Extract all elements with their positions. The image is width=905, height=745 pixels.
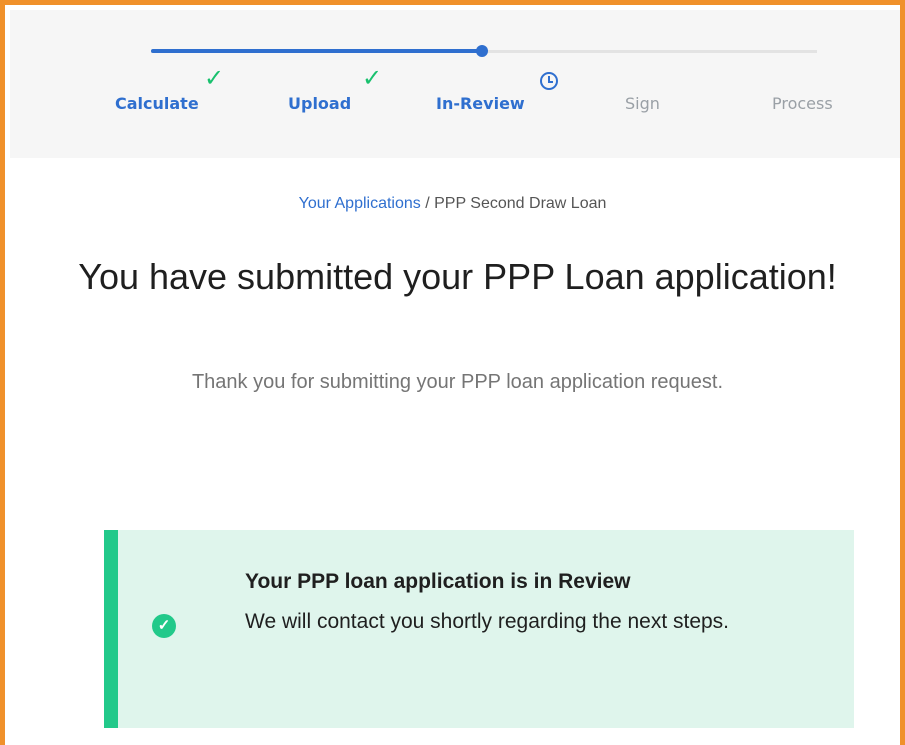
step-label: Process [772,94,833,113]
step-label: Calculate [115,94,199,113]
step-calculate[interactable]: Calculate ✓ [115,66,224,113]
step-upload[interactable]: Upload ✓ [288,66,382,113]
page-title: You have submitted your PPP Loan applica… [78,256,837,297]
breadcrumb-link-your-applications[interactable]: Your Applications [299,195,421,212]
review-status-alert: ✓ Your PPP loan application is in Review… [104,530,854,728]
breadcrumb-separator: / [420,195,435,212]
progress-track-fill [151,49,483,53]
step-sign: Sign [625,94,660,113]
step-label: In-Review [436,94,525,113]
progress-current-dot [476,45,488,57]
step-label: Upload [288,94,352,113]
alert-message: We will contact you shortly regarding th… [245,610,730,633]
check-circle-icon: ✓ [152,614,176,638]
page-frame: Calculate ✓ Upload ✓ In-Review Sign Proc… [0,0,905,745]
breadcrumb-current: PPP Second Draw Loan [434,195,607,212]
step-label: Sign [625,94,660,113]
alert-title: Your PPP loan application is in Review [245,570,631,593]
step-process: Process [772,94,833,113]
page-subtitle: Thank you for submitting your PPP loan a… [191,371,724,393]
check-icon: ✓ [204,64,225,92]
clock-icon [540,72,558,90]
breadcrumb: Your Applications / PPP Second Draw Loan [5,195,900,213]
step-in-review[interactable]: In-Review [436,72,558,113]
check-icon: ✓ [362,64,383,92]
progress-stepper: Calculate ✓ Upload ✓ In-Review Sign Proc… [10,10,900,158]
